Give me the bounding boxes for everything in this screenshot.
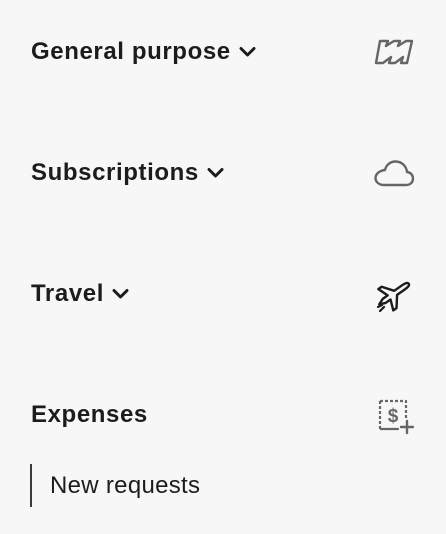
section-header[interactable]: Subscriptions — [31, 143, 224, 203]
cloud-icon — [372, 155, 416, 191]
section-title: General purpose — [31, 38, 231, 65]
chevron-down-icon — [207, 168, 224, 178]
section-title: Travel — [31, 280, 104, 307]
section-header[interactable]: Travel — [31, 264, 129, 324]
general-purpose-icon — [372, 34, 416, 70]
airplane-icon — [372, 276, 416, 312]
section-expenses[interactable]: Expenses $ — [0, 385, 446, 445]
svg-text:$: $ — [388, 406, 399, 427]
section-title: Expenses — [31, 401, 148, 428]
section-subscriptions[interactable]: Subscriptions — [0, 143, 446, 203]
section-header[interactable]: Expenses — [31, 385, 148, 445]
receipt-add-icon: $ — [372, 397, 416, 435]
section-travel[interactable]: Travel — [0, 264, 446, 324]
section-general-purpose[interactable]: General purpose — [0, 22, 446, 82]
sub-item-label: New requests — [50, 471, 201, 499]
section-header[interactable]: General purpose — [31, 22, 256, 82]
chevron-down-icon — [239, 47, 256, 57]
expenses-item-new-requests[interactable]: New requests — [30, 464, 200, 507]
chevron-down-icon — [112, 289, 129, 299]
section-title: Subscriptions — [31, 159, 199, 186]
